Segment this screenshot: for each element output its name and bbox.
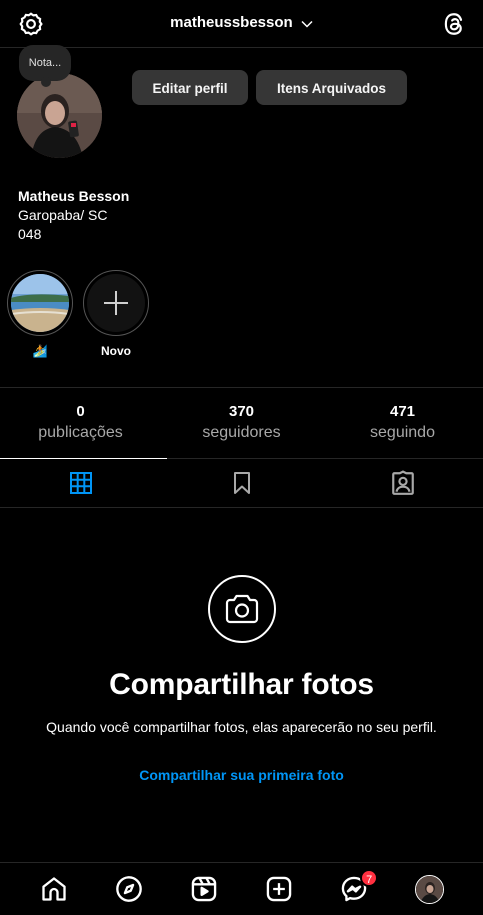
highlight-label: 🏄 bbox=[32, 344, 48, 358]
content-tabs bbox=[0, 459, 483, 508]
tab-posts[interactable] bbox=[0, 459, 161, 507]
profile-avatar[interactable] bbox=[17, 73, 102, 158]
explore-icon[interactable] bbox=[114, 874, 144, 904]
beach-photo bbox=[11, 274, 69, 332]
stat-label: seguindo bbox=[370, 424, 435, 441]
messenger-badge: 7 bbox=[360, 869, 379, 887]
username-label: matheussbesson bbox=[170, 14, 293, 31]
bookmark-icon bbox=[233, 472, 250, 494]
profile-location: Garopaba/ SC bbox=[18, 207, 108, 223]
stat-following[interactable]: 471 seguindo bbox=[322, 388, 483, 458]
profile-name: Matheus Besson bbox=[18, 188, 130, 204]
highlight-ring bbox=[7, 270, 73, 336]
stat-label: seguidores bbox=[202, 424, 281, 441]
stat-posts[interactable]: 0 publicações bbox=[0, 388, 161, 458]
camera-icon bbox=[207, 575, 276, 643]
note-bubble[interactable]: Nota... bbox=[19, 45, 71, 87]
edit-profile-button[interactable]: Editar perfil bbox=[132, 70, 248, 105]
note-label: Nota... bbox=[28, 57, 62, 69]
new-highlight-button[interactable]: Novo bbox=[83, 270, 149, 358]
tab-saved[interactable] bbox=[161, 459, 322, 507]
archived-items-button[interactable]: Itens Arquivados bbox=[256, 70, 407, 105]
tagged-icon bbox=[391, 470, 414, 495]
create-icon[interactable] bbox=[264, 874, 294, 904]
profile-stats: 0 publicações 370 seguidores 471 seguind… bbox=[0, 387, 483, 459]
empty-state-description: Quando você compartilhar fotos, elas apa… bbox=[46, 719, 437, 735]
tab-tagged[interactable] bbox=[322, 459, 483, 507]
chevron-down-icon bbox=[301, 15, 313, 32]
plus-icon bbox=[87, 274, 145, 332]
empty-state: Compartilhar fotos Quando você compartil… bbox=[0, 575, 483, 783]
empty-state-title: Compartilhar fotos bbox=[109, 668, 374, 701]
threads-icon[interactable] bbox=[441, 11, 467, 37]
grid-icon bbox=[69, 472, 92, 494]
profile-avatar bbox=[414, 874, 444, 904]
stat-value: 0 bbox=[76, 403, 85, 420]
stat-followers[interactable]: 370 seguidores bbox=[161, 388, 322, 458]
profile-tab[interactable] bbox=[414, 874, 444, 904]
top-bar: matheussbesson bbox=[0, 0, 483, 48]
messenger-icon[interactable]: 7 bbox=[339, 869, 379, 904]
reels-icon[interactable] bbox=[189, 874, 219, 904]
stat-label: publicações bbox=[38, 424, 123, 441]
highlight-label: Novo bbox=[101, 344, 131, 358]
stat-value: 370 bbox=[228, 403, 255, 420]
highlight-ring bbox=[83, 270, 149, 336]
account-switcher[interactable]: matheussbesson bbox=[0, 14, 483, 32]
bottom-nav: 7 bbox=[0, 862, 483, 915]
bio: Matheus Besson Garopaba/ SC 048 bbox=[18, 187, 129, 244]
home-icon[interactable] bbox=[39, 874, 69, 904]
stat-value: 471 bbox=[389, 403, 416, 420]
profile-code: 048 bbox=[18, 226, 42, 242]
share-first-photo-link[interactable]: Compartilhar sua primeira foto bbox=[0, 767, 483, 783]
story-highlight[interactable]: 🏄 bbox=[7, 270, 73, 358]
